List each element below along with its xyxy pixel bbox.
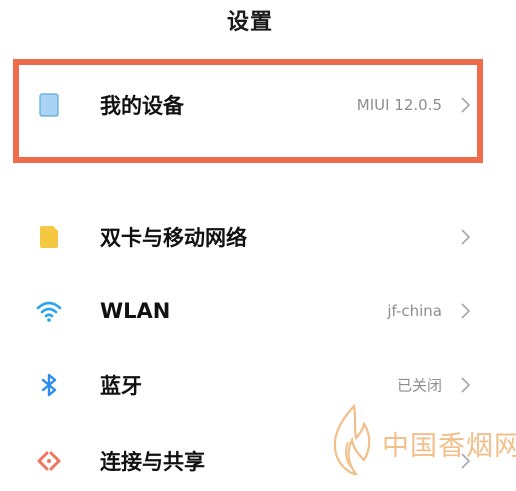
bluetooth-label: 蓝牙	[100, 374, 142, 398]
bluetooth-status: 已关闭	[396, 376, 442, 395]
dual-sim-row[interactable]: 双卡与移动网络	[0, 207, 500, 267]
sim-card-icon	[40, 226, 58, 248]
watermark: 中国香烟网	[326, 402, 516, 478]
wlan-network-name: jf-china	[387, 302, 442, 320]
share-connection-icon	[37, 451, 61, 471]
my-device-label: 我的设备	[100, 94, 184, 118]
wifi-icon	[36, 301, 62, 322]
connection-sharing-label: 连接与共享	[100, 450, 205, 474]
page-title: 设置	[226, 10, 273, 35]
bluetooth-icon	[41, 373, 57, 397]
chevron-right-icon	[461, 303, 471, 319]
wlan-label: WLAN	[100, 299, 171, 323]
wlan-row[interactable]: WLAN jf-china	[0, 281, 500, 341]
chevron-right-icon	[461, 97, 471, 113]
my-device-version: MIUI 12.0.5	[356, 96, 442, 114]
dual-sim-label: 双卡与移动网络	[100, 226, 247, 250]
flame-logo-icon	[333, 403, 371, 476]
chevron-right-icon	[461, 377, 471, 393]
chevron-right-icon	[461, 229, 471, 245]
watermark-text: 中国香烟网	[382, 431, 516, 462]
tablet-icon	[39, 93, 59, 117]
my-device-row[interactable]: 我的设备 MIUI 12.0.5	[0, 75, 500, 135]
